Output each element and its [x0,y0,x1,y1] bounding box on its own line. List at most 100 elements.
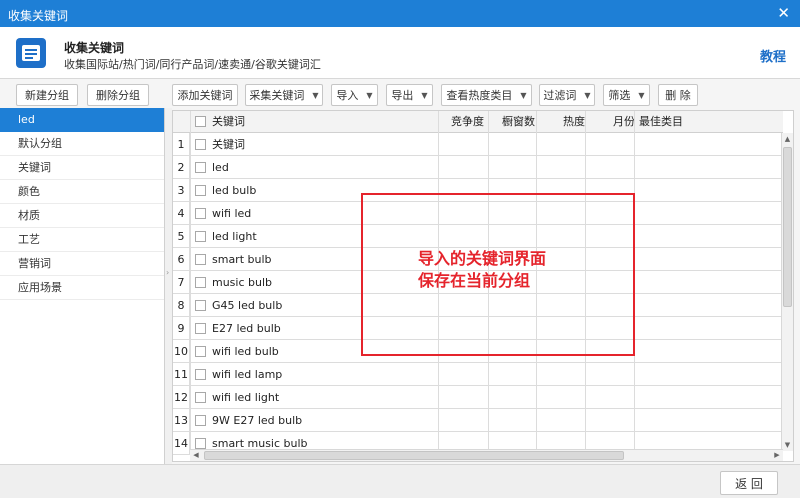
add-keyword-label: 添加关键词 [177,89,233,102]
table-row[interactable]: 2 led [173,156,783,179]
row-checkbox[interactable] [195,323,206,334]
keyword-cell: led light [212,230,257,243]
scroll-right-icon[interactable]: ▶ [772,450,782,461]
select-all-checkbox[interactable] [195,116,206,127]
table-header: 关键词 竞争度 橱窗数 热度 月份 最佳类目 [173,111,783,133]
keyword-cell: smart bulb [212,253,272,266]
row-number: 4 [173,202,190,225]
row-checkbox[interactable] [195,369,206,380]
row-number: 12 [173,386,190,409]
window-title: 收集关键词 [8,9,69,23]
collect-keyword-dropdown[interactable]: 采集关键词 ▼ [245,84,323,106]
sidebar-item-led[interactable]: led [0,108,164,132]
import-dropdown[interactable]: 导入 ▼ [331,84,378,106]
row-number: 3 [173,179,190,202]
footer-bar: 返 回 [0,464,800,498]
folder-doc-icon [16,38,46,68]
row-checkbox[interactable] [195,185,206,196]
table-row[interactable]: 1 关键词 [173,133,783,156]
keyword-cell: wifi led bulb [212,345,279,358]
horizontal-scroll-thumb[interactable] [204,451,624,460]
collect-keyword-label: 采集关键词 [249,89,305,102]
delete-button[interactable]: 删 除 [658,84,698,106]
sidebar-item-keywords[interactable]: 关键词 [0,156,164,180]
sidebar-item-marketing[interactable]: 营销词 [0,252,164,276]
row-checkbox[interactable] [195,300,206,311]
row-number: 2 [173,156,190,179]
table-row[interactable]: 11 wifi led lamp [173,363,783,386]
table-row[interactable]: 12 wifi led light [173,386,783,409]
new-group-button[interactable]: 新建分组 [16,84,78,106]
delete-group-button[interactable]: 删除分组 [87,84,149,106]
panel-splitter[interactable]: › [165,108,172,464]
row-checkbox[interactable] [195,438,206,449]
row-number: 11 [173,363,190,386]
collect-keywords-window: 收集关键词 ✕ 收集关键词 收集国际站/热门词/同行产品词/速卖通/谷歌关键词汇… [0,0,800,498]
caret-down-icon: ▼ [584,90,591,100]
filter-words-dropdown[interactable]: 过滤词 ▼ [539,84,595,106]
col-month[interactable]: 月份 [613,111,635,133]
col-keyword[interactable]: 关键词 [212,111,245,133]
col-showcase[interactable]: 橱窗数 [502,111,535,133]
header-title: 收集关键词 [64,41,125,55]
row-number: 10 [173,340,190,363]
title-bar: 收集关键词 ✕ [0,0,800,27]
scroll-left-icon[interactable]: ◀ [191,450,201,461]
screen-label: 筛选 [608,89,631,102]
keyword-cell: E27 led bulb [212,322,281,335]
tutorial-link[interactable]: 教程 [760,46,786,65]
row-number: 7 [173,271,190,294]
column-divider [190,111,191,451]
col-heat[interactable]: 热度 [563,111,585,133]
row-number: 8 [173,294,190,317]
caret-down-icon: ▼ [638,90,645,100]
sidebar-item-material[interactable]: 材质 [0,204,164,228]
keyword-cell: wifi led [212,207,252,220]
scroll-down-icon[interactable]: ▼ [783,440,792,450]
keyword-cell: led [212,161,229,174]
filter-words-label: 过滤词 [543,89,577,102]
import-label: 导入 [336,89,359,102]
row-checkbox[interactable] [195,208,206,219]
vertical-scroll-thumb[interactable] [783,147,792,307]
add-keyword-button[interactable]: 添加关键词 [172,84,238,106]
col-competition[interactable]: 竞争度 [451,111,484,133]
export-label: 导出 [391,89,414,102]
keyword-cell: 关键词 [212,138,245,151]
sidebar-item-default-group[interactable]: 默认分组 [0,132,164,156]
sidebar-item-color[interactable]: 颜色 [0,180,164,204]
caret-down-icon: ▼ [312,90,319,100]
row-checkbox[interactable] [195,139,206,150]
row-checkbox[interactable] [195,254,206,265]
col-best-category[interactable]: 最佳类目 [639,111,683,133]
view-category-dropdown[interactable]: 查看热度类目 ▼ [441,84,532,106]
chevron-right-icon: › [166,268,170,277]
scroll-up-icon[interactable]: ▲ [783,134,792,144]
caret-down-icon: ▼ [421,90,428,100]
annotation-line-2: 保存在当前分组 [418,271,531,290]
keyword-cell: music bulb [212,276,273,289]
screen-dropdown[interactable]: 筛选 ▼ [603,84,650,106]
export-dropdown[interactable]: 导出 ▼ [386,84,433,106]
keyword-cell: G45 led bulb [212,299,283,312]
close-icon[interactable]: ✕ [777,4,790,22]
sidebar-item-craft[interactable]: 工艺 [0,228,164,252]
row-number: 9 [173,317,190,340]
table-row[interactable]: 13 9W E27 led bulb [173,409,783,432]
row-checkbox[interactable] [195,277,206,288]
row-checkbox[interactable] [195,346,206,357]
horizontal-scrollbar[interactable]: ◀ ▶ [190,449,783,461]
row-checkbox[interactable] [195,415,206,426]
vertical-scrollbar[interactable]: ▲ ▼ [781,133,793,451]
row-number: 5 [173,225,190,248]
sidebar-item-scenario[interactable]: 应用场景 [0,276,164,300]
row-checkbox[interactable] [195,392,206,403]
row-checkbox[interactable] [195,231,206,242]
row-number: 14 [173,432,190,455]
view-category-label: 查看热度类目 [446,89,513,102]
back-button[interactable]: 返 回 [720,471,778,495]
row-checkbox[interactable] [195,162,206,173]
keyword-cell: wifi led light [212,391,280,404]
caret-down-icon: ▼ [520,90,527,100]
annotation-line-1: 导入的关键词界面 [418,249,547,268]
